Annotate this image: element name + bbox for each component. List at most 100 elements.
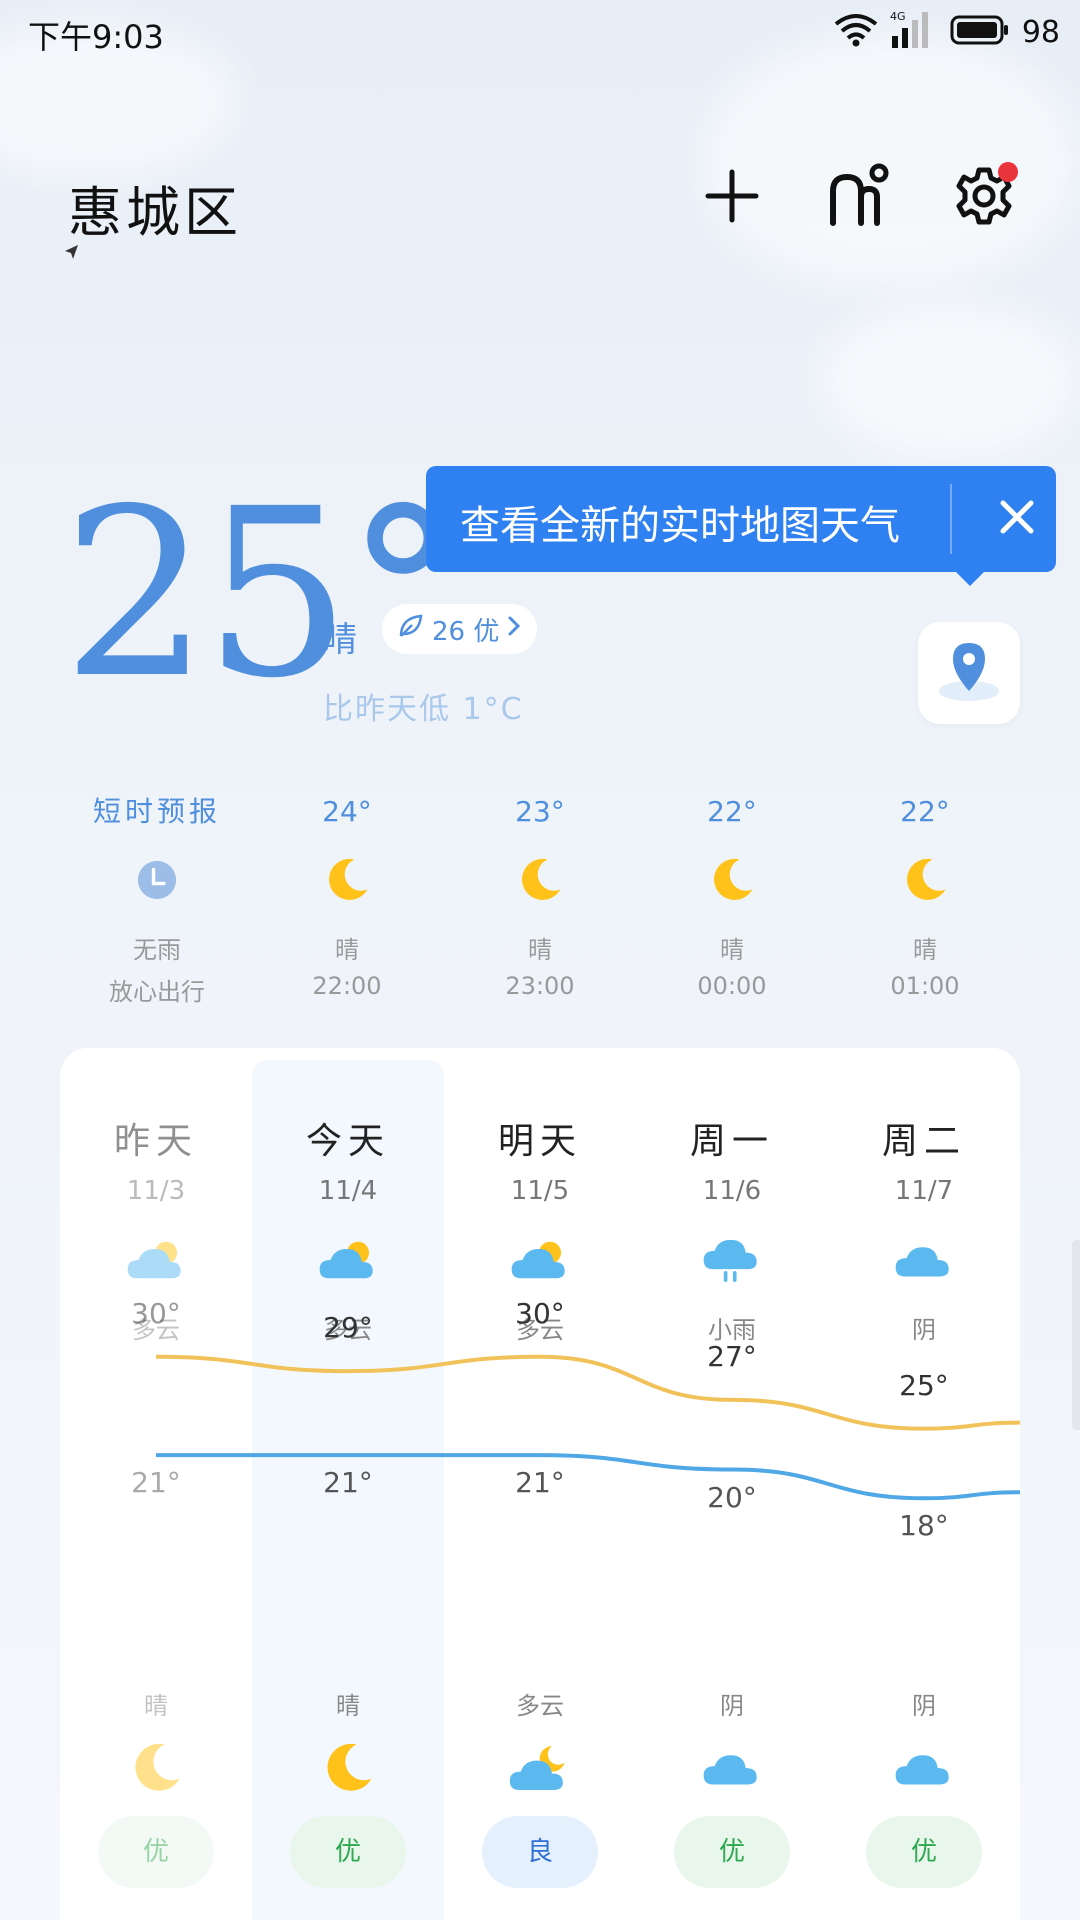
- clock-icon: [72, 844, 242, 916]
- day-name: 周一: [689, 1121, 774, 1162]
- low-temp: 20°: [707, 1480, 757, 1514]
- hourly-time: 00:00: [697, 972, 767, 1000]
- temp-compare: 比昨天低 1°C: [323, 692, 524, 727]
- hourly-item[interactable]: 23° 晴 23:00: [455, 792, 625, 1004]
- settings-button[interactable]: [946, 160, 1022, 236]
- cellular-signal-icon: 4G: [890, 10, 938, 54]
- plus-icon: [702, 166, 762, 230]
- daily-item[interactable]: 周一 11/6 小雨 27° 20° 阴 优: [636, 1048, 828, 1920]
- hourly-condition: 晴: [335, 936, 359, 964]
- status-icons: 4G 98: [834, 10, 1060, 54]
- aqi-chip: 优: [866, 1816, 982, 1888]
- moon-icon: [647, 844, 817, 916]
- aqi-chip: 优: [674, 1816, 790, 1888]
- hourly-condition: 晴: [913, 936, 937, 964]
- moon-icon: [455, 844, 625, 916]
- day-date: 11/3: [126, 1176, 186, 1206]
- battery-icon: [950, 14, 1010, 50]
- status-time: 下午9:03: [28, 18, 164, 56]
- high-temp: 29°: [323, 1311, 373, 1345]
- map-tooltip[interactable]: 查看全新的实时地图天气: [426, 466, 1056, 572]
- day-condition: 阴: [912, 1316, 936, 1344]
- hourly-condition: 无雨: [133, 936, 181, 964]
- notification-badge: [998, 162, 1018, 182]
- leaf-icon: [398, 613, 424, 646]
- moon-icon: [840, 844, 1010, 916]
- profile-icon: [825, 161, 895, 235]
- overcast-icon: [828, 1220, 1020, 1300]
- day-date: 11/6: [702, 1176, 762, 1206]
- overcast-icon: [636, 1728, 828, 1808]
- cloudy-night-icon: [444, 1728, 636, 1808]
- overcast-icon: [828, 1728, 1020, 1808]
- hourly-time: 放心出行: [109, 978, 205, 1006]
- close-icon: [999, 499, 1035, 539]
- hourly-top-label: 24°: [322, 795, 372, 828]
- aqi-chip: 良: [482, 1816, 598, 1888]
- night-condition: 晴: [336, 1692, 360, 1720]
- aqi-value: 26 优: [432, 616, 500, 647]
- daily-item[interactable]: 昨天 11/3 多云 30° 21° 晴 优: [60, 1048, 252, 1920]
- location-arrow-icon: [64, 244, 80, 264]
- day-name: 昨天: [113, 1121, 198, 1162]
- wifi-icon: [834, 12, 878, 52]
- svg-text:4G: 4G: [890, 10, 906, 23]
- map-pin-icon: [933, 635, 1005, 711]
- day-date: 11/4: [318, 1176, 378, 1206]
- daily-item[interactable]: 今天 11/4 多云 29° 21° 晴 优: [252, 1048, 444, 1920]
- hourly-item[interactable]: 22° 晴 00:00: [647, 792, 817, 1004]
- hourly-item[interactable]: 24° 晴 22:00: [262, 792, 432, 1004]
- aqi-chip: 优: [98, 1816, 214, 1888]
- hourly-top-label: 短时预报: [92, 795, 221, 828]
- daily-item[interactable]: 周二 11/7 阴 25° 18° 阴 优: [828, 1048, 1020, 1920]
- partly-cloudy-icon: [60, 1220, 252, 1300]
- chevron-right-icon: [507, 614, 521, 644]
- hourly-condition: 晴: [528, 936, 552, 964]
- daily-forecast-card: 昨天 11/3 多云 30° 21° 晴 优今天 11/4 多云 29° 21°…: [60, 1048, 1020, 1920]
- profile-button[interactable]: [822, 160, 898, 236]
- daily-item[interactable]: 明天 11/5 多云 30° 21° 多云 良: [444, 1048, 636, 1920]
- scroll-handle[interactable]: [1072, 1240, 1080, 1430]
- low-temp: 21°: [515, 1466, 565, 1500]
- night-condition: 阴: [720, 1692, 744, 1720]
- partly-cloudy-icon: [444, 1220, 636, 1300]
- day-name: 明天: [497, 1121, 582, 1162]
- add-city-button[interactable]: [694, 160, 770, 236]
- nowcast-item[interactable]: 短时预报 无雨 放心出行: [72, 792, 242, 1006]
- aqi-button[interactable]: 26 优: [382, 604, 538, 654]
- day-name: 周二: [881, 1121, 966, 1162]
- light-rain-icon: [636, 1220, 828, 1300]
- day-name: 今天: [305, 1121, 390, 1162]
- day-date: 11/7: [894, 1176, 954, 1206]
- battery-level: 98: [1021, 14, 1060, 50]
- hourly-top-label: 23°: [515, 795, 565, 828]
- low-temp: 18°: [899, 1509, 949, 1543]
- hourly-top-label: 22°: [900, 795, 950, 828]
- high-temp: 27°: [707, 1339, 757, 1373]
- high-temp: 30°: [515, 1296, 565, 1330]
- aqi-chip: 优: [290, 1816, 406, 1888]
- city-name[interactable]: 惠城区: [68, 168, 242, 247]
- night-condition: 晴: [144, 1692, 168, 1720]
- day-date: 11/5: [510, 1176, 570, 1206]
- hourly-time: 01:00: [890, 972, 960, 1000]
- moon-icon: [262, 844, 432, 916]
- tooltip-arrow: [954, 570, 986, 586]
- moon-icon: [60, 1728, 252, 1808]
- low-temp: 21°: [323, 1466, 373, 1500]
- status-bar: 下午9:03 4G 98: [0, 0, 1080, 64]
- partly-cloudy-icon: [252, 1220, 444, 1300]
- night-condition: 阴: [912, 1692, 936, 1720]
- tooltip-text: 查看全新的实时地图天气: [460, 503, 900, 549]
- low-temp: 21°: [131, 1466, 181, 1500]
- high-temp: 25°: [899, 1368, 949, 1402]
- current-temperature: 25°: [62, 459, 461, 729]
- map-weather-button[interactable]: [918, 622, 1020, 724]
- tooltip-close-button[interactable]: [982, 484, 1052, 554]
- high-temp: 30°: [131, 1296, 181, 1330]
- hourly-item[interactable]: 22° 晴 01:00: [840, 792, 1010, 1004]
- hourly-condition: 晴: [720, 936, 744, 964]
- hourly-time: 22:00: [312, 972, 382, 1000]
- tooltip-divider: [950, 484, 952, 554]
- hourly-top-label: 22°: [707, 795, 757, 828]
